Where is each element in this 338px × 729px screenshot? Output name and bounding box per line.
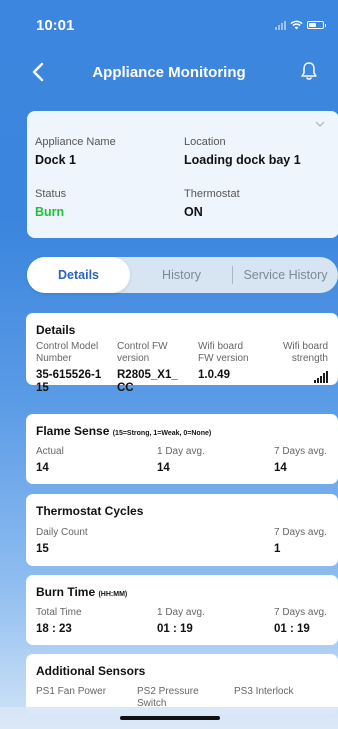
thermostat-label: Thermostat <box>184 188 240 200</box>
details-card: Details Control Model Number 35-615526-1… <box>26 313 338 394</box>
ps3-label: PS3 Interlock <box>234 686 294 697</box>
flame-1day-column: 1 Day avg. 14 <box>157 446 205 475</box>
appliance-name-value: Dock 1 <box>35 153 76 167</box>
flame-sense-title: Flame Sense (15=Strong, 1=Weak, 0=None) <box>36 424 211 438</box>
daily-count-column: Daily Count 15 <box>36 527 88 556</box>
burn-time-title: Burn Time (HH:MM) <box>36 585 127 599</box>
flame-7day-column: 7 Days avg. 14 <box>274 446 327 475</box>
total-time-column: Total Time 18 : 23 <box>36 607 82 636</box>
wifi-strength-label: Wifi board strength <box>282 341 328 364</box>
ps1-label: PS1 Fan Power <box>36 686 107 697</box>
flame-1day-label: 1 Day avg. <box>157 446 205 457</box>
wifi-strength-bars-icon <box>314 371 328 383</box>
control-fw-label: Control FW version <box>117 341 168 364</box>
wifi-fw-label: Wifi board FW version <box>198 341 249 364</box>
ps3-column: PS3 Interlock <box>234 686 329 698</box>
appliance-name-field: Appliance Name Dock 1 <box>35 136 116 167</box>
burn-time-unit: (HH:MM) <box>98 591 128 598</box>
status-bar: 10:01 <box>0 0 338 50</box>
home-indicator[interactable] <box>120 716 220 720</box>
cycles-7day-value: 1 <box>274 543 281 555</box>
wifi-strength-column: Wifi board strength <box>268 341 328 388</box>
wifi-fw-value: 1.0.49 <box>198 369 230 381</box>
cellular-signal-icon <box>275 20 286 30</box>
additional-sensors-card: Additional Sensors PS1 Fan Power PS2 Pre… <box>26 654 338 714</box>
tab-details[interactable]: Details <box>27 257 130 293</box>
tab-bar: Details History Service History <box>27 257 338 293</box>
collapse-chevron-icon[interactable] <box>313 117 327 131</box>
flame-actual-label: Actual <box>36 446 64 457</box>
daily-count-label: Daily Count <box>36 527 88 538</box>
tab-history[interactable]: History <box>130 257 233 293</box>
flame-sense-card: Flame Sense (15=Strong, 1=Weak, 0=None) … <box>26 414 338 484</box>
notifications-bell-icon[interactable] <box>298 60 320 82</box>
tab-service-history[interactable]: Service History <box>233 257 338 293</box>
status-time: 10:01 <box>36 17 75 34</box>
burn-1day-value: 01 : 19 <box>157 623 193 635</box>
thermostat-cycles-card: Thermostat Cycles Daily Count 15 7 Days … <box>26 494 338 566</box>
status-icons <box>275 20 326 30</box>
status-value: Burn <box>35 205 65 219</box>
wifi-fw-column: Wifi board FW version 1.0.49 <box>198 341 256 382</box>
location-label: Location <box>184 136 226 148</box>
app-header: Appliance Monitoring <box>0 55 338 91</box>
burn-time-card: Burn Time (HH:MM) Total Time 18 : 23 1 D… <box>26 575 338 645</box>
flame-actual-value: 14 <box>36 462 49 474</box>
battery-icon <box>307 21 326 29</box>
burn-7day-label: 7 Days avg. <box>274 607 327 618</box>
location-value: Loading dock bay 1 <box>184 153 301 167</box>
cycles-7day-label: 7 Days avg. <box>274 527 327 538</box>
page-title: Appliance Monitoring <box>92 64 246 81</box>
flame-1day-value: 14 <box>157 462 170 474</box>
burn-1day-label: 1 Day avg. <box>157 607 205 618</box>
details-card-title: Details <box>36 323 76 337</box>
flame-7day-label: 7 Days avg. <box>274 446 327 457</box>
thermostat-field: Thermostat ON <box>184 188 240 219</box>
control-model-label: Control Model Number <box>36 341 99 364</box>
flame-sense-title-text: Flame Sense <box>36 424 110 438</box>
ps1-column: PS1 Fan Power <box>36 686 131 698</box>
additional-sensors-title: Additional Sensors <box>36 664 146 678</box>
status-field: Status Burn <box>35 188 66 219</box>
daily-count-value: 15 <box>36 543 49 555</box>
burn-time-title-text: Burn Time <box>36 585 96 599</box>
cycles-7day-column: 7 Days avg. 1 <box>274 527 327 556</box>
thermostat-value: ON <box>184 205 203 219</box>
control-model-value: 35-615526-1 15 <box>36 369 102 394</box>
wifi-icon <box>290 20 303 30</box>
total-time-value: 18 : 23 <box>36 623 72 635</box>
appliance-summary-card: Appliance Name Dock 1 Location Loading d… <box>27 111 338 238</box>
burn-7day-column: 7 Days avg. 01 : 19 <box>274 607 327 636</box>
control-fw-column: Control FW version R2805_X1_ CC <box>117 341 187 395</box>
burn-7day-value: 01 : 19 <box>274 623 310 635</box>
status-label: Status <box>35 188 67 200</box>
total-time-label: Total Time <box>36 607 82 618</box>
flame-7day-value: 14 <box>274 462 287 474</box>
flame-sense-unit: (15=Strong, 1=Weak, 0=None) <box>112 430 212 437</box>
thermostat-cycles-title: Thermostat Cycles <box>36 504 144 518</box>
control-fw-value: R2805_X1_ CC <box>117 369 178 394</box>
appliance-name-label: Appliance Name <box>35 136 116 148</box>
location-field: Location Loading dock bay 1 <box>184 136 301 167</box>
control-model-column: Control Model Number 35-615526-1 15 <box>36 341 114 395</box>
burn-1day-column: 1 Day avg. 01 : 19 <box>157 607 205 636</box>
flame-actual-column: Actual 14 <box>36 446 64 475</box>
